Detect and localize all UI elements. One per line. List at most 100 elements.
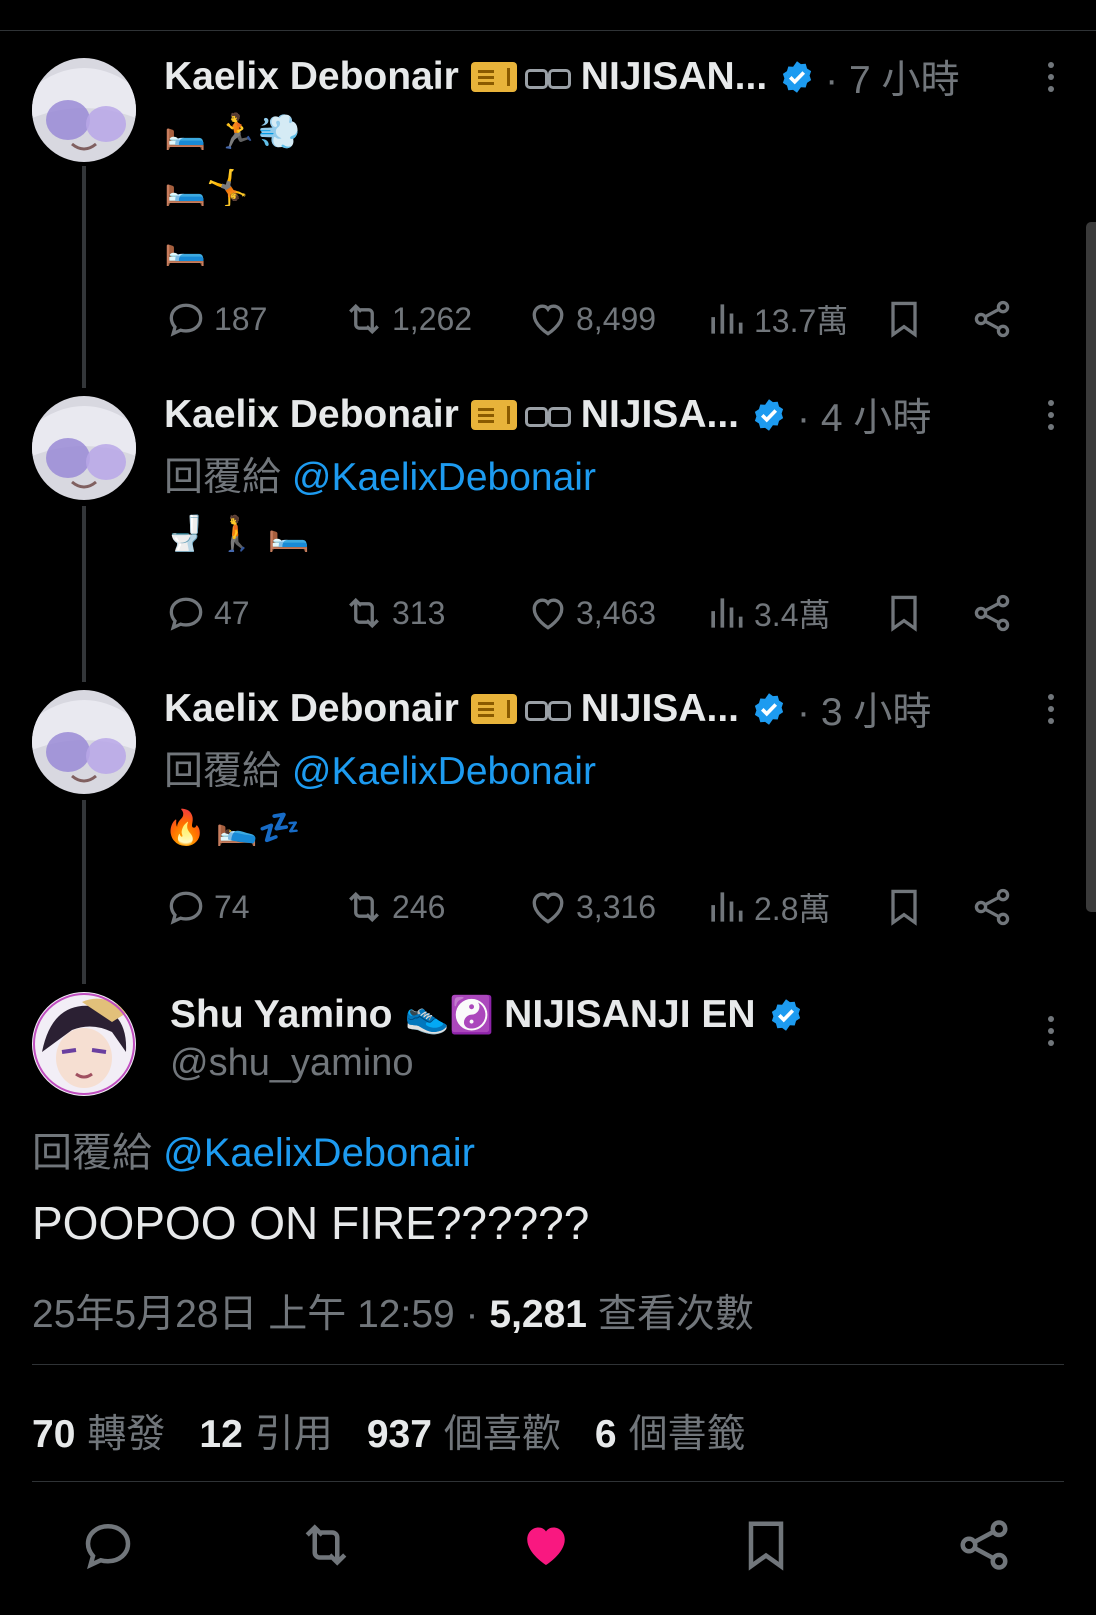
- top-divider: [0, 30, 1096, 31]
- tweet-text: POOPOO ON FIRE??????: [32, 1197, 590, 1249]
- view-count: 3.4萬: [754, 597, 831, 633]
- reply-button[interactable]: 74: [164, 882, 250, 932]
- like-icon: [532, 304, 564, 336]
- tweet-text-line: 🚽 🚶 🛏️: [164, 515, 310, 553]
- name-emoji: 👟☯️: [404, 994, 495, 1035]
- display-name-org[interactable]: NIJISANJI EN: [504, 993, 755, 1037]
- glasses-icon: [524, 67, 571, 89]
- divider: [32, 1481, 1064, 1482]
- like-button[interactable]: 3,316: [526, 882, 656, 932]
- avatar[interactable]: [32, 992, 136, 1096]
- ticket-icon: [470, 400, 517, 430]
- bookmark-button[interactable]: [882, 294, 932, 344]
- action-bar: [0, 1515, 1096, 1575]
- verified-icon: [754, 693, 784, 725]
- share-icon: [974, 594, 1010, 632]
- user-handle[interactable]: @shu_yamino: [170, 1042, 413, 1085]
- retweet-button[interactable]: 313: [342, 588, 445, 638]
- like-button[interactable]: 3,463: [526, 588, 656, 638]
- retweet-icon: [349, 303, 379, 335]
- reply-count: 187: [214, 300, 268, 337]
- views-icon: [711, 304, 743, 334]
- display-name[interactable]: Kaelix Debonair: [164, 55, 459, 99]
- reply-icon: [85, 1523, 131, 1570]
- more-icon[interactable]: [1046, 1016, 1056, 1046]
- tweet-header: Shu Yamino 👟☯️ NIJISANJI EN: [170, 990, 804, 1040]
- reply-prefix: 回覆給: [164, 750, 282, 793]
- views-button[interactable]: 3.4萬: [704, 588, 831, 638]
- retweet-icon: [305, 1524, 347, 1566]
- share-icon: [974, 300, 1010, 338]
- ticket-icon: [470, 62, 517, 92]
- quotes-stat[interactable]: 12 引用: [199, 1403, 332, 1459]
- bookmark-button[interactable]: [882, 588, 932, 638]
- retweet-button[interactable]: [296, 1515, 356, 1575]
- bookmark-button[interactable]: [882, 882, 932, 932]
- glasses-icon: [524, 405, 571, 427]
- share-button[interactable]: [970, 588, 1020, 638]
- verified-icon: [754, 399, 784, 431]
- bookmark-icon: [748, 1521, 784, 1571]
- verified-icon: [783, 61, 812, 93]
- share-button[interactable]: [970, 294, 1020, 344]
- like-button[interactable]: [516, 1515, 576, 1575]
- mention-link[interactable]: @KaelixDebonair: [292, 750, 596, 793]
- tweet-text-line: 🛏️ 🏃💨: [164, 113, 301, 151]
- like-icon: [532, 892, 564, 924]
- tweet-header: Kaelix Debonair NIJISA... · 3 小時: [164, 684, 931, 734]
- action-bar: 74 246 3,316 2.8萬: [164, 882, 1044, 932]
- mention-link[interactable]: @KaelixDebonair: [292, 456, 596, 499]
- tweet-text-line: 🛏️: [164, 229, 207, 267]
- more-icon[interactable]: [1046, 694, 1056, 724]
- reply-icon: [169, 597, 203, 631]
- reply-button[interactable]: 187: [164, 294, 267, 344]
- display-name-org[interactable]: NIJISA...: [581, 687, 739, 731]
- share-icon: [974, 888, 1010, 926]
- thread-connector: [82, 506, 86, 682]
- display-name[interactable]: Kaelix Debonair: [164, 687, 459, 731]
- retweet-button[interactable]: 246: [342, 882, 445, 932]
- avatar[interactable]: [32, 396, 136, 500]
- reply-prefix: 回覆給: [32, 1131, 152, 1175]
- views-button[interactable]: 2.8萬: [704, 882, 831, 932]
- retweet-count: 246: [392, 888, 446, 925]
- bookmark-button[interactable]: [736, 1515, 796, 1575]
- share-button[interactable]: [954, 1515, 1014, 1575]
- like-button[interactable]: 8,499: [526, 294, 656, 344]
- tweet-text-line: 🛏️🤸: [164, 169, 249, 207]
- scrollbar[interactable]: [1086, 222, 1096, 912]
- bookmarks-stat[interactable]: 6 個書籤: [595, 1403, 746, 1459]
- share-button[interactable]: [970, 882, 1020, 932]
- bookmark-icon: [891, 301, 917, 338]
- reply-count: 47: [214, 594, 250, 631]
- avatar[interactable]: [32, 690, 136, 794]
- avatar[interactable]: [32, 58, 136, 162]
- like-count: 3,463: [576, 594, 657, 631]
- timestamp[interactable]: · 4 小時: [797, 387, 931, 443]
- reply-button[interactable]: 47: [164, 588, 250, 638]
- mention-link[interactable]: @KaelixDebonair: [163, 1131, 475, 1175]
- reply-context: 回覆給 @KaelixDebonair: [164, 446, 596, 502]
- display-name[interactable]: Shu Yamino: [170, 993, 393, 1037]
- retweets-stat[interactable]: 70 轉發: [32, 1403, 165, 1459]
- views-button[interactable]: 13.7萬: [704, 294, 848, 344]
- display-name-org[interactable]: NIJISAN...: [581, 55, 767, 99]
- reply-button[interactable]: [78, 1515, 138, 1575]
- timestamp[interactable]: · 7 小時: [825, 49, 959, 105]
- retweet-button[interactable]: 1,262: [342, 294, 472, 344]
- view-count: 5,281: [489, 1293, 587, 1336]
- thread-connector: [82, 166, 86, 388]
- timestamp[interactable]: · 3 小時: [797, 681, 931, 737]
- like-icon: [532, 598, 564, 630]
- views-icon: [711, 598, 743, 628]
- ticket-icon: [470, 694, 517, 724]
- likes-stat[interactable]: 937 個喜歡: [367, 1403, 561, 1459]
- display-name[interactable]: Kaelix Debonair: [164, 393, 459, 437]
- action-bar: 47 313 3,463 3.4萬: [164, 588, 1044, 638]
- more-icon[interactable]: [1046, 400, 1056, 430]
- share-icon: [960, 1520, 1008, 1570]
- display-name-org[interactable]: NIJISA...: [581, 393, 739, 437]
- reply-icon: [169, 303, 203, 337]
- more-icon[interactable]: [1046, 62, 1056, 92]
- tweet-datetime[interactable]: 25年5月28日 上午 12:59 ·: [32, 1293, 489, 1336]
